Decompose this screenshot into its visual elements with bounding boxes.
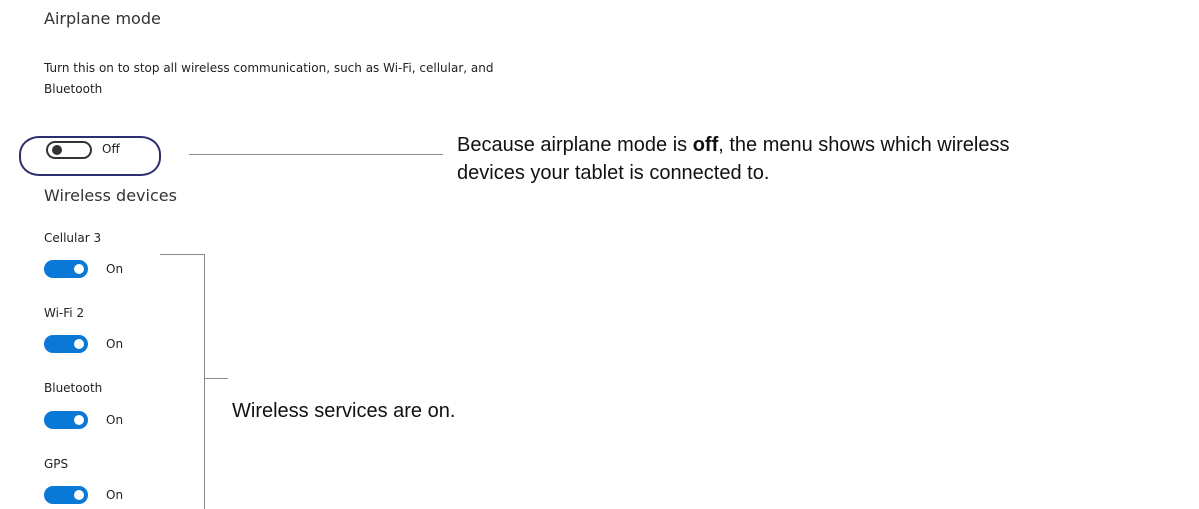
gps-toggle[interactable] <box>44 486 88 504</box>
airplane-mode-title: Airplane mode <box>44 9 161 28</box>
bluetooth-state: On <box>106 413 124 427</box>
toggle-knob <box>74 415 84 425</box>
wireless-bracket-tick <box>204 378 228 379</box>
airplane-mode-description: Turn this on to stop all wireless commun… <box>44 61 494 96</box>
airplane-callout-line2: devices your tablet is connected to. <box>457 162 770 184</box>
wireless-devices-title: Wireless devices <box>44 186 177 205</box>
toggle-knob <box>74 339 84 349</box>
airplane-callout-prefix: Because airplane mode is <box>457 134 693 156</box>
device-label-wifi: Wi-Fi 2 <box>44 306 85 320</box>
wifi-toggle[interactable] <box>44 335 88 353</box>
bluetooth-toggle[interactable] <box>44 411 88 429</box>
toggle-knob <box>74 264 84 274</box>
device-label-cellular: Cellular 3 <box>44 231 102 245</box>
device-label-bluetooth: Bluetooth <box>44 381 103 395</box>
airplane-callout-line <box>189 154 443 155</box>
wireless-callout-text: Wireless services are on. <box>232 400 456 422</box>
cellular-toggle[interactable] <box>44 260 88 278</box>
wireless-bracket-vertical <box>204 254 205 509</box>
cellular-state: On <box>106 262 124 276</box>
airplane-callout-suffix: , the menu shows which wireless <box>718 134 1010 156</box>
airplane-callout-text: Because airplane mode is off, the menu s… <box>457 131 1009 187</box>
toggle-knob <box>74 490 84 500</box>
wifi-state: On <box>106 337 124 351</box>
wireless-bracket-top <box>160 254 205 255</box>
gps-state: On <box>106 488 124 502</box>
highlight-ring <box>19 136 161 176</box>
airplane-callout-bold: off <box>692 134 719 156</box>
device-label-gps: GPS <box>44 457 69 471</box>
